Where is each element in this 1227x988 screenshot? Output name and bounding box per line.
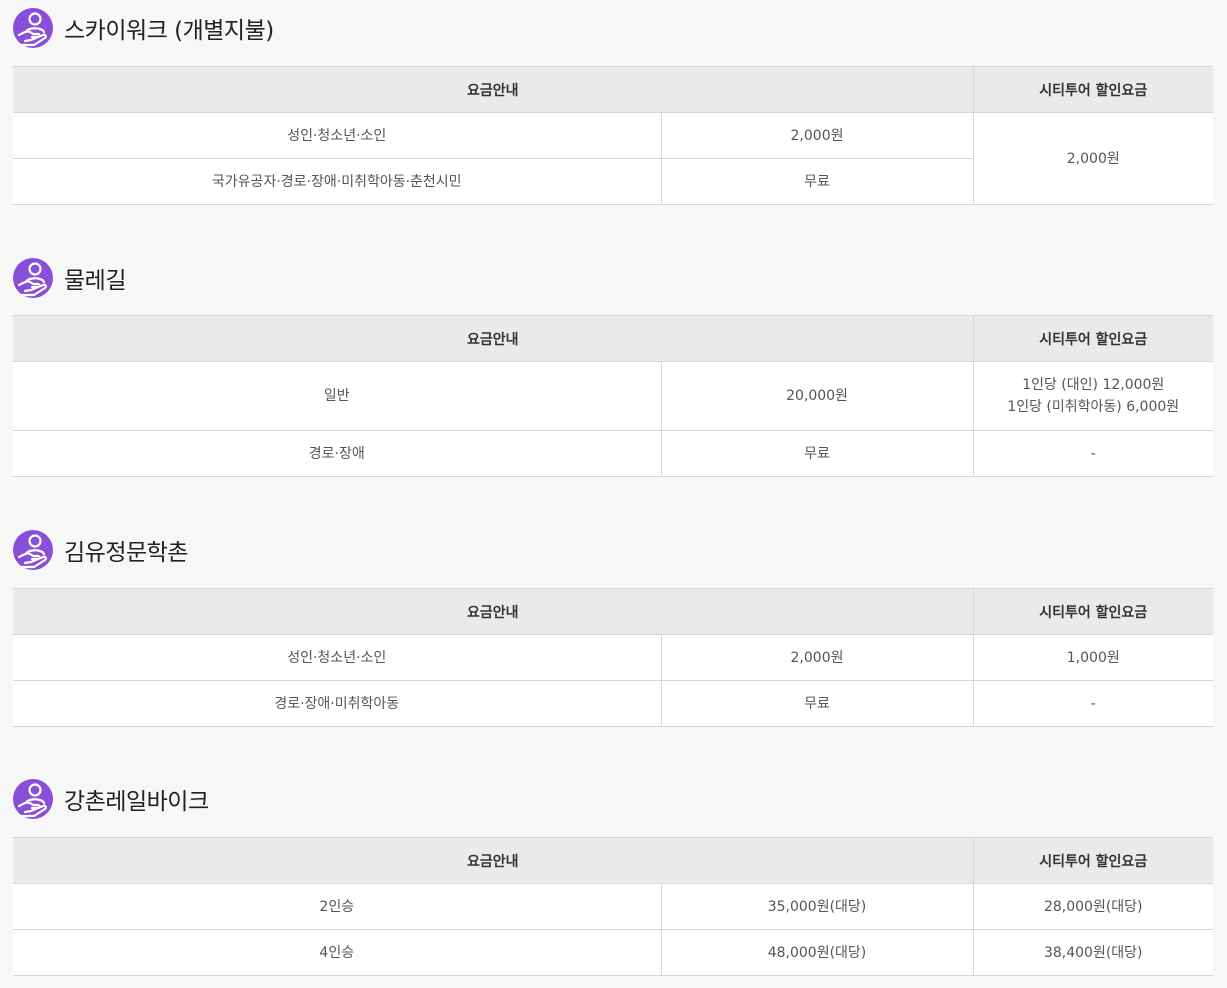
section-header: 스카이워크 (개별지불) (13, 8, 1213, 48)
table-row: 2인승 35,000원(대당) 28,000원(대당) (13, 883, 1213, 930)
hand-person-icon (13, 530, 53, 570)
table-row: 성인·청소년·소인 2,000원 1,000원 (13, 634, 1213, 681)
price-cell: 35,000원(대당) (660, 883, 973, 930)
discount-header: 시티투어 할인요금 (972, 837, 1213, 884)
discount-cell: - (972, 430, 1213, 477)
discount-line: 1인당 (미취학아동) 6,000원 (1007, 399, 1180, 415)
discount-cell: - (972, 680, 1213, 727)
category-cell: 국가유공자·경로·장애·미취학아동·춘천시민 (13, 158, 661, 205)
discount-cell: 28,000원(대당) (972, 883, 1213, 930)
price-cell: 무료 (660, 430, 973, 477)
table-header-row: 요금안내 시티투어 할인요금 (13, 588, 1213, 635)
section-kimyujeong: 김유정문학촌 요금안내 시티투어 할인요금 성인·청소년·소인 2,000원 1… (13, 530, 1213, 727)
discount-cell: 38,400원(대당) (972, 929, 1213, 976)
discount-header: 시티투어 할인요금 (972, 315, 1213, 362)
table-row: 경로·장애·미취학아동 무료 - (13, 680, 1213, 727)
discount-cell: 2,000원 (972, 112, 1213, 205)
category-cell: 2인승 (13, 883, 661, 930)
table-header-row: 요금안내 시티투어 할인요금 (13, 315, 1213, 362)
section-railbike: 강촌레일바이크 요금안내 시티투어 할인요금 2인승 35,000원(대당) 2… (13, 779, 1213, 976)
price-cell: 20,000원 (660, 361, 973, 431)
fee-table: 요금안내 시티투어 할인요금 성인·청소년·소인 2,000원 2,000원 국… (13, 66, 1213, 205)
category-cell: 일반 (13, 361, 661, 431)
discount-line: 1인당 (대인) 12,000원 (1022, 377, 1165, 393)
price-cell: 48,000원(대당) (660, 929, 973, 976)
discount-cell: 1인당 (대인) 12,000원 1인당 (미취학아동) 6,000원 (972, 361, 1213, 431)
table-header-row: 요금안내 시티투어 할인요금 (13, 66, 1213, 113)
fee-info-header: 요금안내 (13, 837, 973, 884)
fee-table: 요금안내 시티투어 할인요금 일반 20,000원 1인당 (대인) 12,00… (13, 315, 1213, 477)
fee-info-header: 요금안내 (13, 588, 973, 635)
section-title: 강촌레일바이크 (64, 789, 209, 815)
category-cell: 4인승 (13, 929, 661, 976)
section-header: 강촌레일바이크 (13, 779, 1213, 819)
discount-cell: 1,000원 (972, 634, 1213, 681)
price-cell: 무료 (660, 680, 973, 727)
category-cell: 경로·장애·미취학아동 (13, 680, 661, 727)
section-skywalk: 스카이워크 (개별지불) 요금안내 시티투어 할인요금 성인·청소년·소인 2,… (13, 8, 1213, 205)
discount-header: 시티투어 할인요금 (972, 66, 1213, 113)
price-cell: 2,000원 (660, 112, 973, 159)
table-header-row: 요금안내 시티투어 할인요금 (13, 837, 1213, 884)
section-title: 물레길 (64, 268, 126, 294)
fee-info-header: 요금안내 (13, 315, 973, 362)
section-title: 스카이워크 (개별지불) (64, 18, 274, 44)
category-cell: 성인·청소년·소인 (13, 634, 661, 681)
section-title: 김유정문학촌 (64, 540, 188, 566)
fee-info-header: 요금안내 (13, 66, 973, 113)
section-mulegil: 물레길 요금안내 시티투어 할인요금 일반 20,000원 1인당 (대인) 1… (13, 258, 1213, 477)
fee-table: 요금안내 시티투어 할인요금 성인·청소년·소인 2,000원 1,000원 경… (13, 588, 1213, 727)
price-cell: 무료 (660, 158, 973, 205)
category-cell: 경로·장애 (13, 430, 661, 477)
hand-person-icon (13, 258, 53, 298)
price-cell: 2,000원 (660, 634, 973, 681)
table-row: 경로·장애 무료 - (13, 430, 1213, 477)
fee-table: 요금안내 시티투어 할인요금 2인승 35,000원(대당) 28,000원(대… (13, 837, 1213, 976)
table-row: 4인승 48,000원(대당) 38,400원(대당) (13, 929, 1213, 976)
section-header: 물레길 (13, 258, 1213, 298)
table-row: 일반 20,000원 1인당 (대인) 12,000원 1인당 (미취학아동) … (13, 361, 1213, 431)
hand-person-icon (13, 8, 53, 48)
discount-header: 시티투어 할인요금 (972, 588, 1213, 635)
section-header: 김유정문학촌 (13, 530, 1213, 570)
table-row: 성인·청소년·소인 2,000원 2,000원 (13, 112, 1213, 205)
hand-person-icon (13, 779, 53, 819)
category-cell: 성인·청소년·소인 (13, 112, 661, 159)
